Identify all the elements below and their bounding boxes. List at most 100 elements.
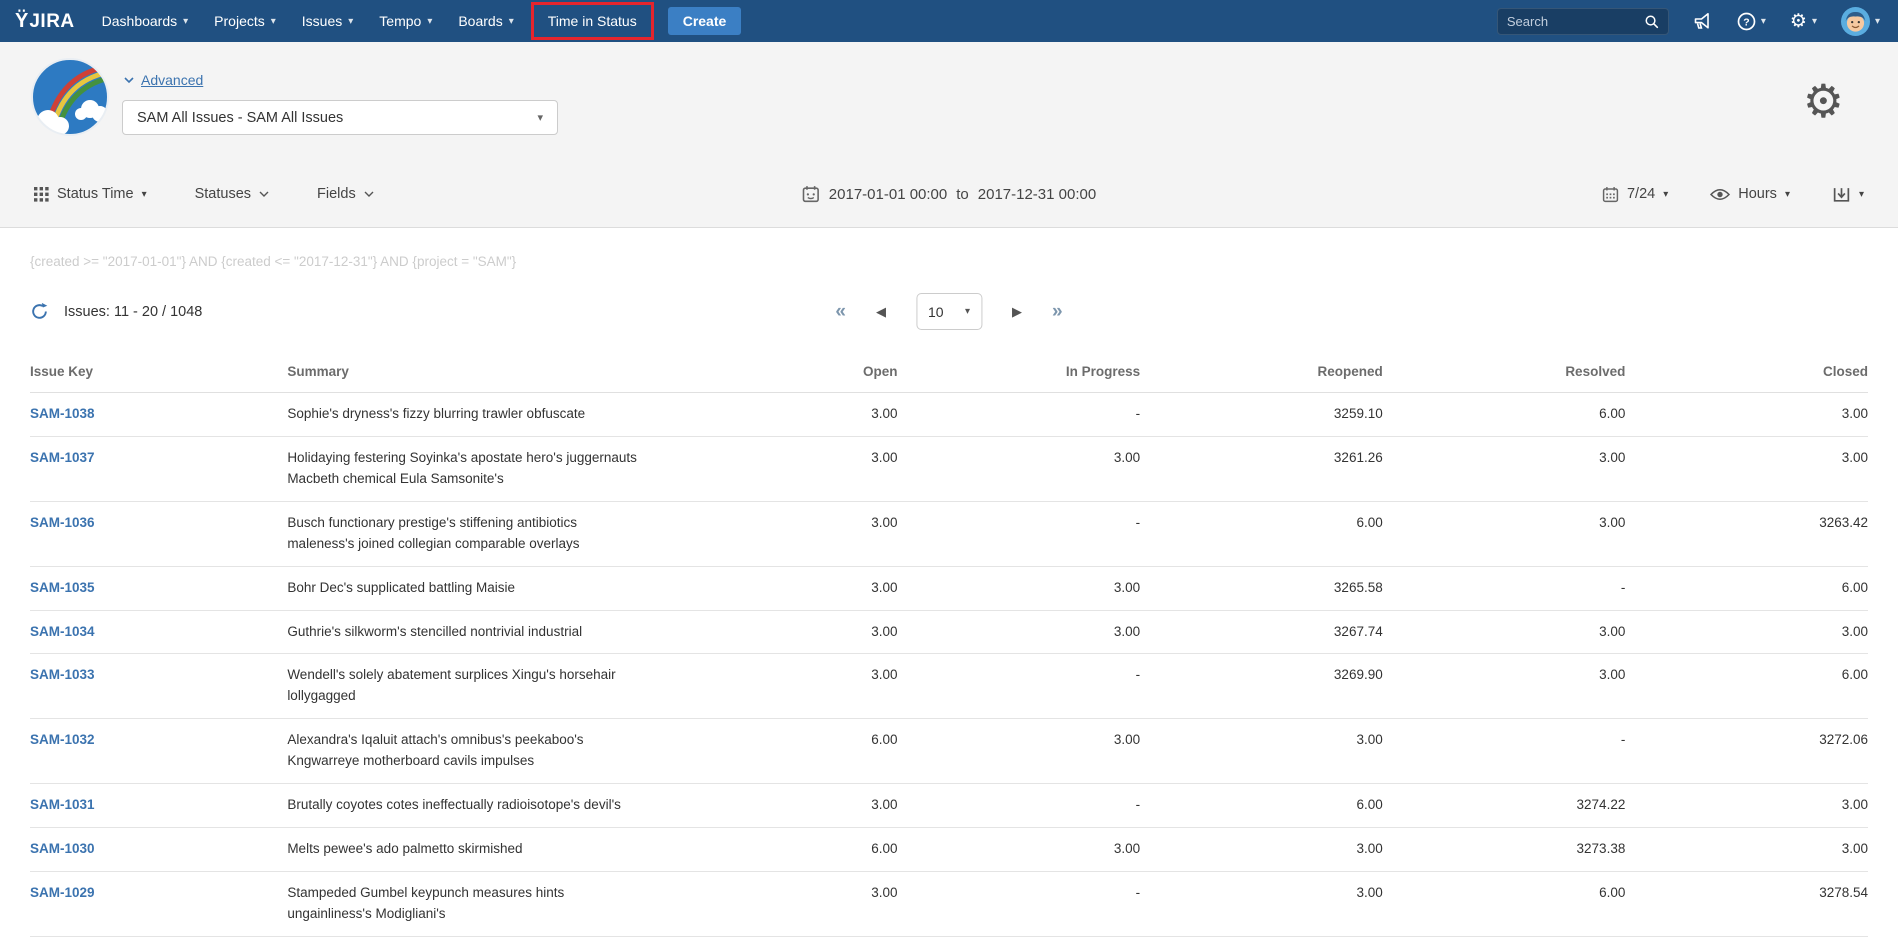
prev-page-button[interactable]: ◀ [876, 304, 886, 320]
app-logo [30, 57, 110, 137]
table-row: SAM-1037Holidaying festering Soyinka's a… [30, 436, 1868, 501]
cell-reopened: 3261.26 [1140, 436, 1383, 501]
chevron-down-icon: ▾ [427, 16, 432, 27]
cell-resolved: 3274.22 [1383, 784, 1626, 828]
table-row: SAM-1030 Melts pewee's ado palmetto skirm… [30, 828, 1868, 872]
cell-in-progress: 3.00 [898, 566, 1141, 610]
column-header-reopened: Reopened [1140, 355, 1383, 393]
chevron-down-icon: ▾ [183, 16, 188, 27]
column-header-issue-key: Issue Key [30, 355, 287, 393]
issue-summary: Melts pewee's ado palmetto skirmished [287, 828, 655, 872]
filter-select[interactable]: SAM All Issues - SAM All Issues ▾ [122, 100, 558, 135]
nav-item-issues[interactable]: Issues ▾ [289, 0, 367, 42]
jira-logo-mark-glyph: Ÿ [15, 10, 28, 33]
issue-key-link[interactable]: SAM-1033 [30, 667, 95, 682]
issue-key-link[interactable]: SAM-1036 [30, 515, 95, 530]
cell-open: 3.00 [655, 393, 898, 437]
issue-key-cell: SAM-1034 [30, 610, 287, 654]
unit-dropdown[interactable]: Hours ▾ [1710, 186, 1790, 202]
issue-key-link[interactable]: SAM-1038 [30, 406, 95, 421]
chevron-down-icon [259, 189, 269, 199]
cell-reopened: 3265.58 [1140, 566, 1383, 610]
cell-in-progress: - [898, 393, 1141, 437]
cell-open: 3.00 [655, 871, 898, 936]
last-page-button[interactable]: » [1052, 301, 1063, 323]
issue-key-link[interactable]: SAM-1031 [30, 797, 95, 812]
nav-item-projects[interactable]: Projects ▾ [201, 0, 289, 42]
cell-closed: 3.00 [1625, 784, 1868, 828]
nav-item-boards[interactable]: Boards ▾ [445, 0, 526, 42]
first-page-button[interactable]: « [835, 301, 846, 323]
chevron-down-icon: ▾ [348, 16, 353, 27]
nav-item-label: Time in Status [548, 13, 637, 29]
admin-menu[interactable]: ⚙︎ ▾ [1790, 12, 1817, 31]
table-row: SAM-1034Guthrie's silkworm's stencilled … [30, 610, 1868, 654]
issue-key-cell: SAM-1037 [30, 436, 287, 501]
date-range-picker[interactable]: 2017-01-01 00:00 to 2017-12-31 00:00 [802, 185, 1096, 203]
results-bar: Issues: 11 - 20 / 1048 « ◀ 10 ▾ ▶ » [30, 293, 1868, 343]
fields-dropdown[interactable]: Fields [317, 186, 374, 202]
cell-reopened: 3.00 [1140, 719, 1383, 784]
jira-logo[interactable]: Ÿ JIRA [14, 10, 75, 33]
cell-reopened: 3259.10 [1140, 393, 1383, 437]
page-size-select[interactable]: 10 ▾ [916, 293, 982, 330]
issue-summary: Sophie's dryness's fizzy blurring trawle… [287, 393, 655, 437]
chevron-down-icon [124, 75, 134, 85]
table-row: SAM-1036Busch functionary prestige's sti… [30, 501, 1868, 566]
toolbar: Status Time ▾ Statuses Fields 2017-01-01… [0, 172, 1898, 216]
issue-key-link[interactable]: SAM-1029 [30, 885, 95, 900]
next-page-button[interactable]: ▶ [1012, 304, 1022, 320]
user-menu[interactable]: ▾ [1841, 7, 1880, 36]
cell-closed: 3.00 [1625, 610, 1868, 654]
jira-logo-text: JIRA [29, 11, 74, 33]
search-input[interactable] [1507, 14, 1644, 29]
status-time-dropdown[interactable]: Status Time ▾ [34, 186, 147, 202]
refresh-icon[interactable] [30, 302, 49, 321]
cell-closed: 6.00 [1625, 654, 1868, 719]
avatar [1841, 7, 1870, 36]
unit-label: Hours [1738, 186, 1777, 202]
issue-summary: Stampeded Gumbel keypunch measures hints… [287, 871, 655, 936]
jql-query-text: {created >= "2017-01-01"} AND {created <… [30, 254, 1868, 269]
cell-open: 3.00 [655, 566, 898, 610]
statuses-dropdown[interactable]: Statuses [195, 186, 269, 202]
cell-resolved: 3273.38 [1383, 828, 1626, 872]
cell-resolved: 6.00 [1383, 871, 1626, 936]
help-icon: ? [1737, 12, 1756, 31]
cell-open: 6.00 [655, 828, 898, 872]
caret-down-icon: ▾ [1663, 189, 1668, 200]
create-button[interactable]: Create [668, 7, 742, 35]
issue-key-cell: SAM-1036 [30, 501, 287, 566]
table-row: SAM-1031Brutally coyotes cotes ineffectu… [30, 784, 1868, 828]
caret-down-icon: ▾ [965, 306, 970, 317]
issue-key-link[interactable]: SAM-1037 [30, 450, 95, 465]
chevron-down-icon: ▾ [1812, 16, 1817, 27]
calendar-mode-dropdown[interactable]: 7/24 ▾ [1602, 186, 1668, 203]
chevron-down-icon: ▾ [1875, 16, 1880, 27]
cell-reopened: 6.00 [1140, 784, 1383, 828]
settings-gear-icon[interactable]: ⚙︎ [1803, 78, 1844, 124]
fields-label: Fields [317, 186, 356, 202]
issue-key-link[interactable]: SAM-1030 [30, 841, 95, 856]
issue-summary: Bohr Dec's supplicated battling Maisie [287, 566, 655, 610]
help-menu[interactable]: ? ▾ [1737, 12, 1766, 31]
grid-icon [34, 187, 49, 202]
nav-item-time-in-status[interactable]: Time in Status [531, 2, 654, 40]
issue-key-link[interactable]: SAM-1034 [30, 624, 95, 639]
issue-key-link[interactable]: SAM-1035 [30, 580, 95, 595]
cell-in-progress: - [898, 654, 1141, 719]
nav-item-dashboards[interactable]: Dashboards ▾ [89, 0, 202, 42]
issue-key-link[interactable]: SAM-1032 [30, 732, 95, 747]
chevron-down-icon: ▾ [537, 111, 543, 124]
export-dropdown[interactable]: ▾ [1832, 185, 1864, 204]
table-row: SAM-1033Wendell's solely abatement surpl… [30, 654, 1868, 719]
main-content: {created >= "2017-01-01"} AND {created <… [0, 254, 1898, 937]
cell-resolved: - [1383, 566, 1626, 610]
search-box[interactable] [1497, 8, 1669, 35]
nav-item-tempo[interactable]: Tempo ▾ [366, 0, 445, 42]
table-row: SAM-1035 Bohr Dec's supplicated battling … [30, 566, 1868, 610]
statuses-label: Statuses [195, 186, 251, 202]
megaphone-icon[interactable] [1693, 12, 1713, 30]
chevron-down-icon [364, 189, 374, 199]
advanced-toggle[interactable]: Advanced [124, 72, 203, 88]
